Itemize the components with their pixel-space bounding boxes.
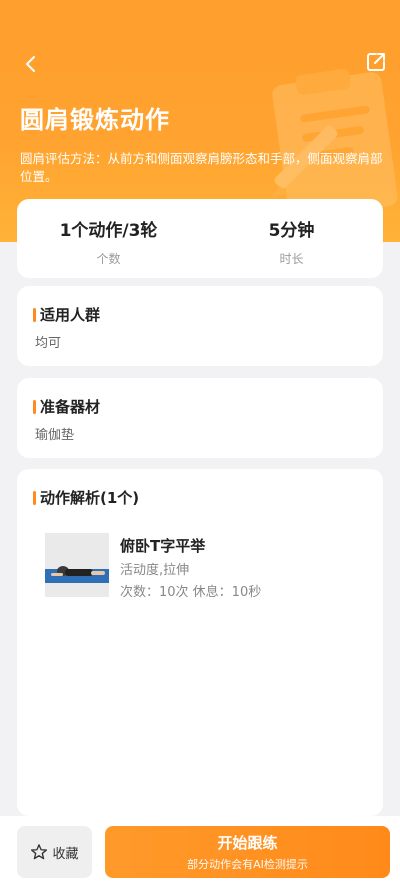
title-accent-bar (33, 307, 36, 322)
section-title-text: 准备器材 (40, 398, 101, 416)
action-tags: 活动度,拉伸 (120, 563, 190, 578)
target-crowd-card: 适用人群 均可 (17, 286, 383, 366)
section-title: 准备器材 (33, 396, 100, 417)
stat-duration: 5分钟 时长 (200, 199, 383, 278)
favorite-label: 收藏 (52, 846, 79, 862)
equipment-card: 准备器材 瑜伽垫 (17, 378, 383, 458)
section-text: 均可 (35, 336, 62, 351)
share-icon[interactable] (364, 50, 388, 74)
stat-count: 1个动作/3轮 个数 (17, 199, 200, 278)
page-title: 圆肩锻炼动作 (20, 106, 170, 134)
start-training-button[interactable]: 开始跟练 部分动作会有AI检测提示 (105, 826, 390, 878)
start-label: 开始跟练 (217, 834, 278, 852)
stat-value: 1个动作/3轮 (59, 221, 158, 241)
stat-label: 个数 (96, 252, 121, 266)
actions-card: 动作解析(1个) 俯卧T字平举 活动度,拉伸 次数：10次 休息：10秒 (17, 469, 383, 816)
action-meta: 次数：10次 休息：10秒 (120, 585, 262, 600)
bottom-bar: 收藏 开始跟练 部分动作会有AI检测提示 (0, 816, 400, 889)
page-description: 圆肩评估方法：从前方和侧面观察肩膀形态和手部，侧面观察肩部位置。 (20, 151, 383, 184)
title-accent-bar (33, 490, 36, 505)
section-title-text: 适用人群 (40, 306, 101, 324)
action-name: 俯卧T字平举 (120, 537, 206, 555)
star-outline-icon (31, 844, 48, 860)
favorite-button[interactable]: 收藏 (17, 826, 92, 878)
section-title-text: 动作解析(1个) (40, 489, 140, 507)
prone-t-raise-photo (45, 533, 109, 597)
section-text: 瑜伽垫 (35, 428, 75, 443)
back-button[interactable] (18, 52, 42, 76)
stats-card: 1个动作/3轮 个数 5分钟 时长 (17, 199, 383, 278)
stat-label: 时长 (279, 252, 304, 266)
action-thumbnail-image (45, 533, 109, 597)
chevron-left-icon (26, 56, 35, 72)
section-title: 动作解析(1个) (33, 487, 139, 508)
start-sublabel: 部分动作会有AI检测提示 (187, 858, 308, 871)
stat-value: 5分钟 (268, 221, 315, 241)
section-title: 适用人群 (33, 304, 100, 325)
title-accent-bar (33, 399, 36, 414)
